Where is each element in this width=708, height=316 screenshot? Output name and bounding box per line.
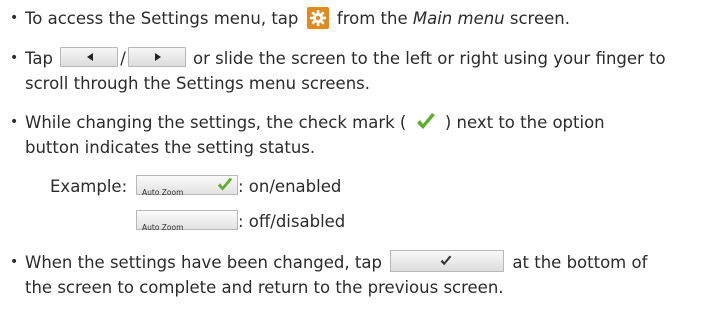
option-button-label: Auto Zoom (142, 223, 184, 232)
text-segment: button indicates the setting status. (25, 138, 316, 157)
confirm-button (390, 250, 505, 272)
bullet-text: When the settings have been changed, tap… (25, 250, 700, 300)
bullet-confirm-settings: • When the settings have been changed, t… (0, 250, 700, 300)
example-off-row: Auto Zoom : off/disabled (50, 209, 345, 234)
prev-screen-button (60, 47, 119, 67)
check-mark-icon (440, 255, 452, 266)
example-label: Example: (50, 177, 128, 196)
text-segment: from the (331, 9, 413, 28)
text-segment: / (120, 49, 126, 68)
bullet-check-mark-status: • While changing the settings, the check… (0, 110, 700, 160)
option-button-label: Auto Zoom (142, 188, 184, 197)
on-status-text: : on/enabled (238, 177, 342, 196)
bullet-text: Tap / or slide the screen to the left or… (25, 46, 700, 96)
text-segment: at the bottom of (507, 253, 648, 272)
text-segment: Tap (25, 49, 59, 68)
check-mark-icon (416, 113, 435, 129)
settings-help-page: • To access the Settings menu, tap from … (0, 0, 708, 316)
auto-zoom-off-button: Auto Zoom (136, 210, 238, 232)
bullet-scroll-screens: • Tap / or slide the screen to the left … (0, 46, 700, 96)
bullet-marker: • (10, 254, 19, 270)
text-segment: When the settings have been changed, tap (25, 253, 388, 272)
text-segment: the screen to complete and return to the… (25, 278, 504, 297)
auto-zoom-on-button: Auto Zoom (136, 175, 238, 197)
next-screen-button (127, 47, 186, 67)
text-segment: or slide the screen to the left or right… (187, 49, 666, 68)
main-menu-emphasis: Main menu (412, 9, 505, 28)
text-segment: screen. (504, 9, 570, 28)
example-on-row: Example: Auto Zoom : on/enabled (50, 174, 341, 199)
bullet-marker: • (10, 10, 19, 26)
bullet-text: To access the Settings menu, tap from th… (25, 6, 700, 31)
right-arrow-icon (154, 53, 161, 61)
off-status-text: : off/disabled (238, 212, 346, 231)
text-segment: While changing the settings, the check m… (25, 113, 412, 132)
text-segment: ) next to the option (439, 113, 605, 132)
bullet-settings-access: • To access the Settings menu, tap from … (0, 6, 700, 31)
bullet-text: While changing the settings, the check m… (25, 110, 700, 160)
bullet-marker: • (10, 114, 19, 130)
text-segment: scroll through the Settings menu screens… (25, 74, 370, 93)
check-mark-icon (217, 177, 233, 191)
bullet-marker: • (10, 50, 19, 66)
text-segment: To access the Settings menu, tap (25, 9, 304, 28)
gear-icon (306, 7, 329, 29)
left-arrow-icon (87, 53, 94, 61)
